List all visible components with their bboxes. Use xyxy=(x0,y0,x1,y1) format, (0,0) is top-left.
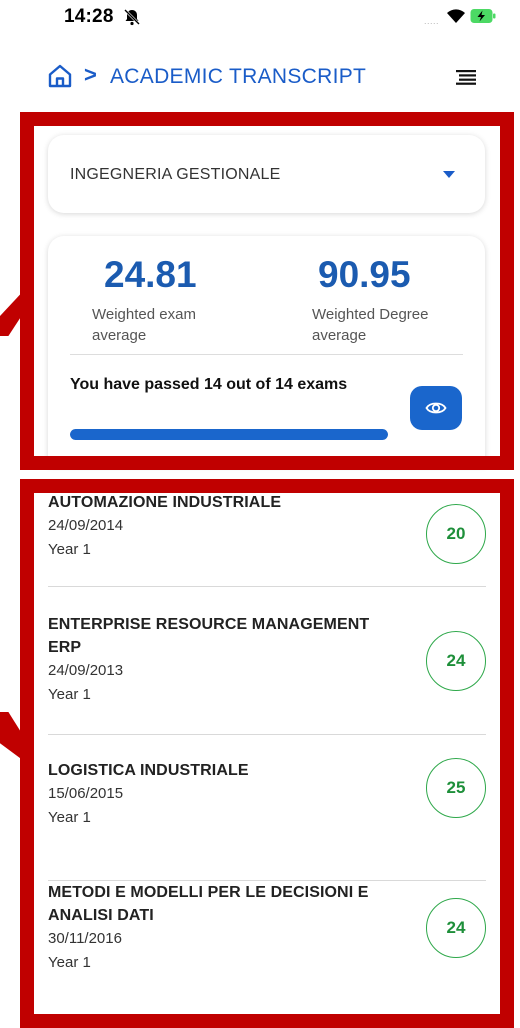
highlight-frame-top xyxy=(20,112,514,470)
battery-icon xyxy=(470,9,496,23)
home-icon[interactable] xyxy=(46,62,74,90)
status-time: 14:28 xyxy=(64,6,114,27)
menu-icon[interactable] xyxy=(456,69,476,85)
app-header: > ACADEMIC TRANSCRIPT xyxy=(0,56,520,100)
page-title: ACADEMIC TRANSCRIPT xyxy=(110,65,367,88)
highlight-frame-bottom xyxy=(20,479,514,1028)
breadcrumb-separator: > xyxy=(84,62,97,87)
wifi-icon xyxy=(447,9,465,23)
bell-muted-icon xyxy=(124,9,140,26)
status-bar: 14:28 ..... xyxy=(0,0,520,40)
signal-icon: ..... xyxy=(424,16,440,26)
